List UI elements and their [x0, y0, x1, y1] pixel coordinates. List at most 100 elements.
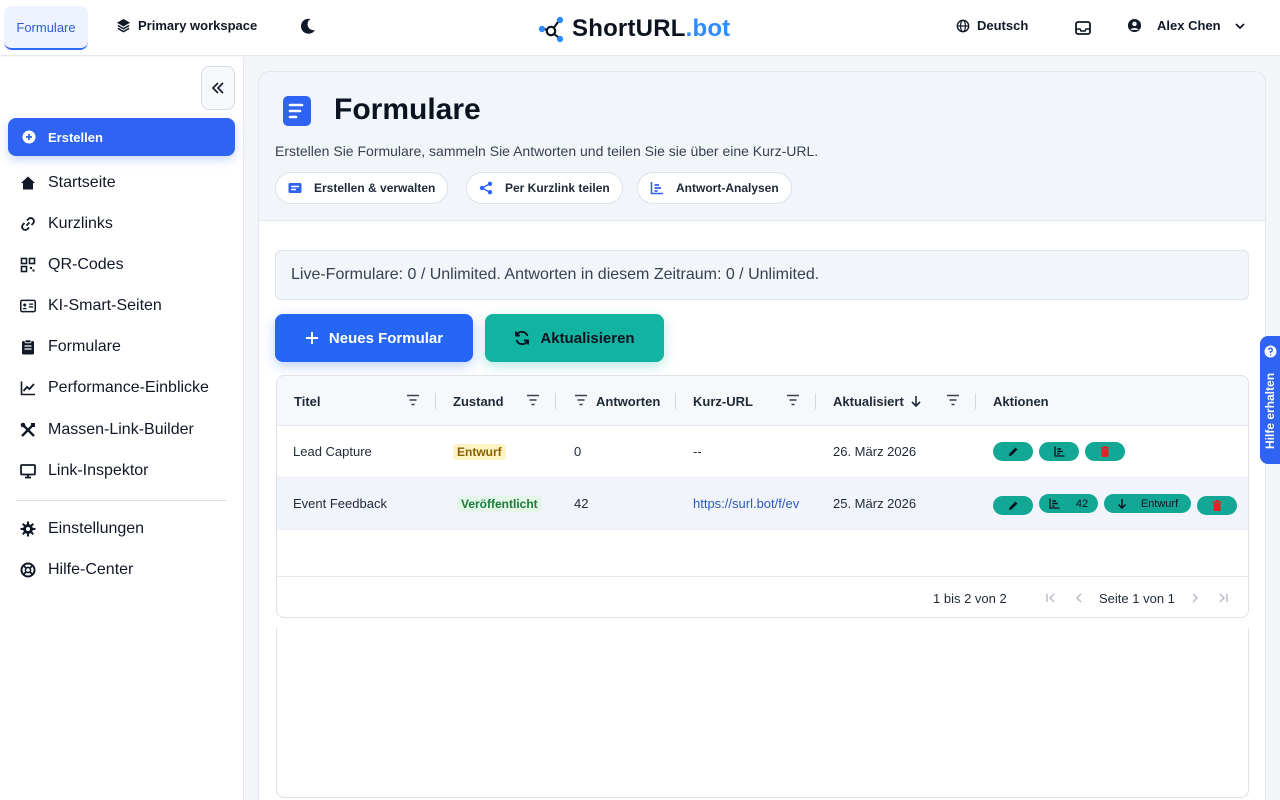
analytics-button[interactable] [1039, 442, 1079, 461]
question-circle-icon [1264, 345, 1277, 358]
inbox-icon[interactable] [1074, 19, 1092, 37]
filter-icon[interactable] [406, 394, 420, 406]
first-page-icon[interactable] [1045, 592, 1057, 604]
column-separator[interactable] [815, 393, 816, 409]
brand-logo[interactable]: ShortURL.bot [536, 14, 730, 44]
chip-label: Antwort-Analysen [676, 181, 779, 195]
column-separator[interactable] [675, 393, 676, 409]
create-button[interactable]: Erstellen [8, 118, 235, 156]
plus-circle-icon [22, 130, 36, 144]
sidebar-item-label: Hilfe-Center [48, 561, 134, 578]
language-switcher[interactable]: Deutsch [956, 18, 1028, 33]
column-header-title[interactable]: Titel [294, 393, 321, 409]
trash-icon [1212, 500, 1222, 511]
form-list-icon [288, 183, 302, 193]
delete-button[interactable] [1197, 496, 1237, 515]
tools-icon [20, 422, 36, 438]
short-url-link[interactable]: https://surl.bot/f/ev [693, 496, 817, 511]
chevron-down-icon [1234, 22, 1245, 29]
filter-icon[interactable] [574, 394, 588, 406]
brand-accent: .bot [685, 15, 731, 42]
user-menu[interactable]: Alex Chen [1127, 18, 1246, 33]
column-separator[interactable] [435, 393, 436, 409]
edit-button[interactable] [993, 442, 1033, 461]
bar-chart-icon [1049, 498, 1060, 509]
cell-title: Lead Capture [293, 444, 372, 459]
lifebuoy-icon [20, 562, 36, 578]
column-header-status[interactable]: Zustand [453, 393, 504, 409]
table-header: Titel Zustand Antworten Kurz-URL Aktuali… [277, 376, 1248, 426]
sidebar-item-formulare[interactable]: Formulare [20, 335, 121, 359]
filter-icon[interactable] [946, 394, 960, 406]
edit-button[interactable] [993, 496, 1033, 515]
sidebar-item-massen-link-builder[interactable]: Massen-Link-Builder [20, 418, 194, 442]
double-chevron-left-icon [211, 82, 224, 94]
sidebar-item-performance-einblicke[interactable]: Performance-Einblicke [20, 376, 209, 400]
arrow-down-icon [911, 396, 921, 407]
cell-title: Event Feedback [293, 496, 387, 511]
table-row[interactable]: Lead Capture Entwurf 0 -- 26. März 2026 [277, 426, 1248, 478]
table-row[interactable]: Event Feedback Veröffentlicht 42 https:/… [277, 478, 1248, 530]
column-label: Aktionen [993, 393, 1049, 409]
language-label: Deutsch [977, 18, 1029, 33]
pencil-icon [1008, 501, 1017, 510]
usage-info: Live-Formulare: 0 / Unlimited. Antworten… [275, 250, 1249, 300]
unpublish-button[interactable]: Entwurf [1104, 494, 1191, 513]
page-indicator: Seite 1 von 1 [1099, 591, 1175, 606]
workspace-switcher[interactable]: Primary workspace [116, 18, 257, 33]
gear-icon [20, 521, 36, 537]
sidebar-item-link-inspektor[interactable]: Link-Inspektor [20, 459, 149, 483]
column-header-short-url[interactable]: Kurz-URL [693, 393, 753, 409]
sidebar-item-label: Einstellungen [48, 520, 145, 537]
column-separator[interactable] [975, 393, 976, 409]
sidebar-item-einstellungen[interactable]: Einstellungen [20, 517, 144, 541]
refresh-button[interactable]: Aktualisieren [485, 314, 664, 362]
share-icon [479, 181, 493, 195]
chip-response-analytics[interactable]: Antwort-Analysen [637, 172, 792, 204]
bar-chart-icon [1053, 446, 1064, 457]
table-pagination: 1 bis 2 von 2 Seite 1 von 1 [277, 576, 1248, 617]
moon-icon[interactable] [298, 16, 318, 36]
sidebar-item-ki-smart-seiten[interactable]: KI-Smart-Seiten [20, 294, 162, 318]
column-header-responses[interactable]: Antworten [596, 393, 660, 409]
column-label: Aktualisiert [833, 393, 904, 409]
analytics-button[interactable]: 42 [1039, 494, 1098, 513]
sidebar-item-startseite[interactable]: Startseite [20, 171, 116, 195]
sidebar-item-kurzlinks[interactable]: Kurzlinks [20, 212, 113, 236]
status-badge: Entwurf [453, 444, 506, 460]
top-bar: Formulare Primary workspace ShortURL.bot… [0, 0, 1280, 56]
next-page-icon[interactable] [1189, 592, 1201, 604]
filter-icon[interactable] [526, 394, 540, 406]
sidebar-item-label: Startseite [48, 174, 116, 191]
cell-updated: 26. März 2026 [833, 444, 917, 459]
analytics-count: 42 [1075, 497, 1089, 510]
sidebar-item-label: Formulare [48, 338, 121, 355]
layers-icon [116, 18, 131, 33]
sidebar-item-qr-codes[interactable]: QR-Codes [20, 253, 124, 277]
sidebar-item-hilfe-center[interactable]: Hilfe-Center [20, 558, 133, 582]
chip-create-manage[interactable]: Erstellen & verwalten [275, 172, 449, 204]
column-label: Kurz-URL [693, 393, 753, 409]
last-page-icon[interactable] [1217, 592, 1229, 604]
sidebar-item-label: Kurzlinks [48, 215, 113, 232]
table-empty-area [276, 628, 1249, 798]
delete-button[interactable] [1085, 442, 1125, 461]
plus-icon [305, 332, 318, 344]
forms-panel: Formulare Erstellen Sie Formulare, samme… [258, 71, 1266, 800]
previous-page-icon[interactable] [1073, 592, 1085, 604]
column-header-updated[interactable]: Aktualisiert [833, 393, 922, 409]
filter-icon[interactable] [786, 394, 800, 406]
chip-share-shortlink[interactable]: Per Kurzlink teilen [466, 172, 623, 204]
unpublish-label: Entwurf [1140, 497, 1179, 510]
get-help-tab[interactable]: Hilfe erhalten [1260, 336, 1280, 464]
bar-chart-icon [650, 182, 663, 195]
chart-line-icon [20, 380, 36, 396]
cell-responses: 42 [574, 496, 589, 511]
id-card-icon [20, 298, 36, 314]
column-label: Zustand [453, 393, 504, 409]
tab-formulare[interactable]: Formulare [4, 6, 88, 50]
column-separator[interactable] [555, 393, 556, 409]
page-title: Formulare [334, 93, 481, 126]
new-form-button[interactable]: Neues Formular [275, 314, 473, 362]
collapse-sidebar-button[interactable] [201, 66, 235, 110]
